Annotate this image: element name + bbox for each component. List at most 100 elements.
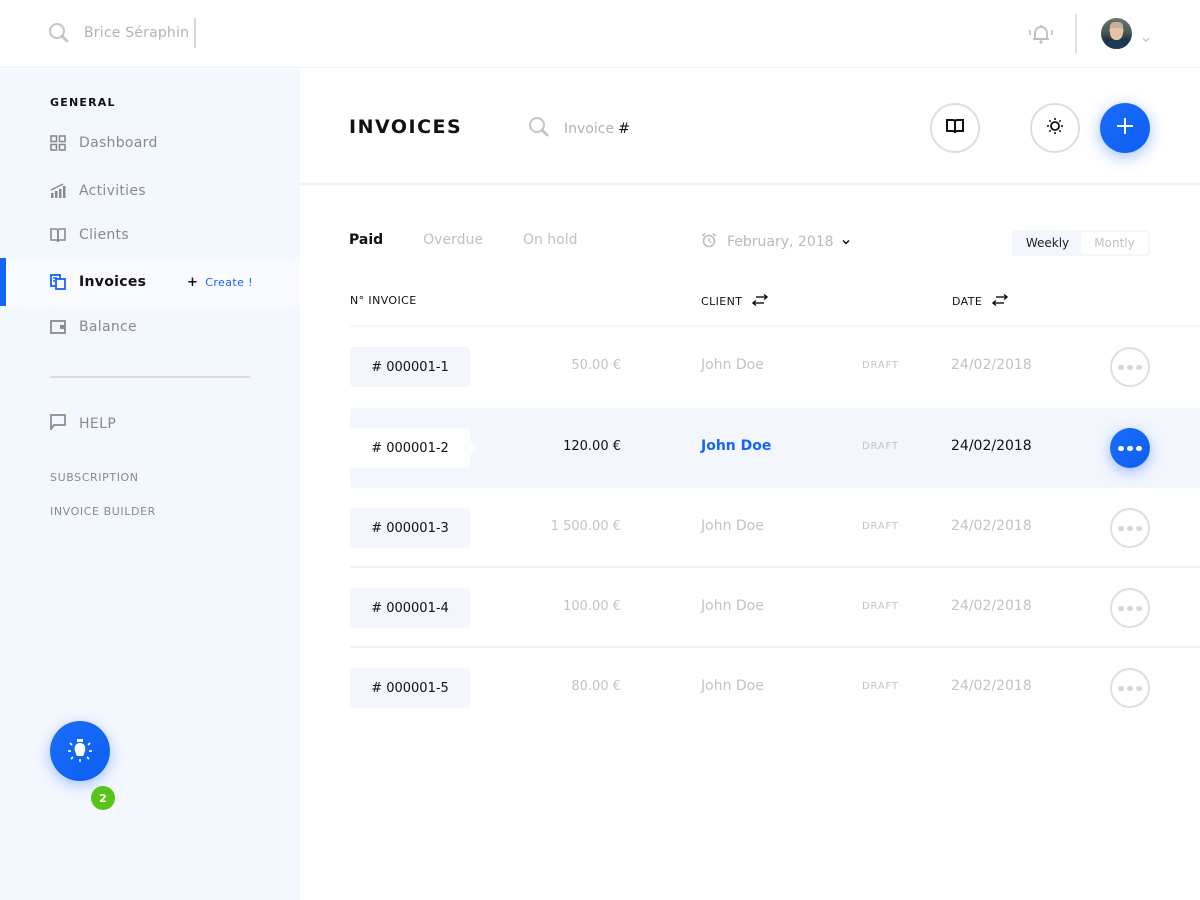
dot-icon <box>1127 445 1133 451</box>
bell-icon[interactable] <box>1028 22 1054 46</box>
invoice-amount: 80.00 € <box>571 679 621 694</box>
table-row[interactable]: # 000001-3 1 500.00 € John Doe DRAFT 24/02/2… <box>350 488 1200 568</box>
chevron-down-icon[interactable] <box>1142 29 1150 42</box>
column-header-invoice: N° INVOICE <box>350 294 417 307</box>
period-monthly[interactable]: Montly <box>1081 232 1148 254</box>
sidebar-item-label: Invoices <box>79 274 147 290</box>
notification-badge: 2 <box>91 786 115 810</box>
sidebar-item-activities[interactable]: Activities <box>0 167 300 215</box>
book-icon <box>50 227 66 243</box>
plus-icon: + <box>187 274 199 290</box>
dot-icon <box>1118 605 1124 611</box>
status-tabs: Paid Overdue On hold <box>349 232 618 248</box>
status-badge: DRAFT <box>862 521 899 532</box>
invoice-amount: 100.00 € <box>563 599 621 614</box>
table-row[interactable]: # 000001-2 120.00 € John Doe DRAFT 24/02/201… <box>350 408 1200 488</box>
sidebar-item-dashboard[interactable]: Dashboard <box>0 119 300 167</box>
column-header-client-label: CLIENT <box>701 295 743 308</box>
wallet-icon <box>50 319 66 335</box>
invoice-icon <box>50 274 66 290</box>
page-title: INVOICES <box>349 116 463 138</box>
invoice-date: 24/02/2018 <box>951 438 1032 454</box>
more-options-button[interactable] <box>1110 588 1150 628</box>
plus-icon <box>1115 116 1135 140</box>
dot-icon <box>1136 364 1142 370</box>
month-label: February, 2018 <box>727 234 834 250</box>
invoice-search-hash: # <box>618 121 630 137</box>
chevron-down-icon <box>842 234 850 250</box>
topbar-divider <box>1075 14 1077 54</box>
invoice-date: 24/02/2018 <box>951 357 1032 373</box>
dot-icon <box>1127 605 1133 611</box>
add-invoice-button[interactable] <box>1100 103 1150 153</box>
invoice-search-input[interactable]: Invoice <box>564 121 614 137</box>
tab-overdue[interactable]: Overdue <box>423 232 483 248</box>
tab-on-hold[interactable]: On hold <box>523 232 578 248</box>
dot-icon <box>1136 445 1142 451</box>
grid-icon <box>50 135 66 151</box>
status-badge: DRAFT <box>862 681 899 692</box>
dot-icon <box>1136 605 1142 611</box>
sun-icon <box>1046 117 1064 139</box>
client-name[interactable]: John Doe <box>701 438 771 454</box>
client-name[interactable]: John Doe <box>701 678 764 694</box>
top-bar: Brice Séraphin <box>0 0 1200 68</box>
invoice-number[interactable]: # 000001-4 <box>350 588 470 628</box>
help-link[interactable]: HELP <box>50 414 116 434</box>
client-name[interactable]: John Doe <box>701 598 764 614</box>
global-search[interactable]: Brice Séraphin <box>48 18 197 48</box>
invoice-number[interactable]: # 000001-1 <box>350 347 470 387</box>
dot-icon <box>1127 525 1133 531</box>
period-weekly[interactable]: Weekly <box>1014 232 1081 254</box>
sidebar-item-clients[interactable]: Clients <box>0 211 300 259</box>
sidebar-item-invoices[interactable]: Invoices + Create ! <box>0 258 300 306</box>
docs-button[interactable] <box>930 103 980 153</box>
table-row[interactable]: # 000001-5 80.00 € John Doe DRAFT 24/02/2018 <box>350 648 1200 728</box>
invoice-amount: 120.00 € <box>563 439 621 454</box>
column-header-client[interactable]: CLIENT <box>701 293 769 309</box>
book-icon <box>946 118 964 138</box>
status-badge: DRAFT <box>862 441 899 452</box>
sidebar-section-title: GENERAL <box>50 96 116 109</box>
more-options-button[interactable] <box>1110 428 1150 468</box>
client-name[interactable]: John Doe <box>701 518 764 534</box>
invoice-number[interactable]: # 000001-5 <box>350 668 470 708</box>
month-picker[interactable]: February, 2018 <box>701 232 850 252</box>
invoice-search[interactable]: Invoice # <box>528 116 630 142</box>
subscription-link[interactable]: SUBSCRIPTION <box>50 471 139 484</box>
table-row[interactable]: # 000001-4 100.00 € John Doe DRAFT 24/02/201… <box>350 568 1200 648</box>
sidebar-item-label: Clients <box>79 227 129 243</box>
help-label: HELP <box>79 416 117 432</box>
sort-icon[interactable] <box>752 293 769 309</box>
sidebar-item-balance[interactable]: Balance <box>0 303 300 351</box>
dot-icon <box>1118 685 1124 691</box>
text-cursor <box>194 18 197 48</box>
more-options-button[interactable] <box>1110 668 1150 708</box>
tips-button[interactable] <box>50 721 110 781</box>
create-invoice-link[interactable]: + Create ! <box>187 275 253 290</box>
bar-chart-icon <box>50 183 66 199</box>
sort-icon[interactable] <box>992 293 1009 309</box>
client-name[interactable]: John Doe <box>701 357 764 373</box>
column-header-date[interactable]: DATE <box>952 293 1009 309</box>
invoice-date: 24/02/2018 <box>951 678 1032 694</box>
global-search-input[interactable]: Brice Séraphin <box>84 25 189 41</box>
more-options-button[interactable] <box>1110 347 1150 387</box>
invoice-builder-link[interactable]: INVOICE BUILDER <box>50 505 156 518</box>
search-icon <box>528 116 550 142</box>
invoice-number[interactable]: # 000001-2 <box>350 428 470 468</box>
theme-button[interactable] <box>1030 103 1080 153</box>
invoice-date: 24/02/2018 <box>951 598 1032 614</box>
more-options-button[interactable] <box>1110 508 1150 548</box>
table-row[interactable]: # 000001-1 50.00 € John Doe DRAFT 24/02/2018 <box>350 327 1200 407</box>
main-header: INVOICES Invoice # <box>300 69 1200 185</box>
tab-paid[interactable]: Paid <box>349 232 383 248</box>
user-avatar[interactable] <box>1101 18 1132 49</box>
invoice-number[interactable]: # 000001-3 <box>350 508 470 548</box>
dot-icon <box>1127 685 1133 691</box>
chat-icon <box>50 414 66 434</box>
dot-icon <box>1118 525 1124 531</box>
column-header-date-label: DATE <box>952 295 983 308</box>
dot-icon <box>1118 364 1124 370</box>
invoice-amount: 1 500.00 € <box>550 519 621 534</box>
